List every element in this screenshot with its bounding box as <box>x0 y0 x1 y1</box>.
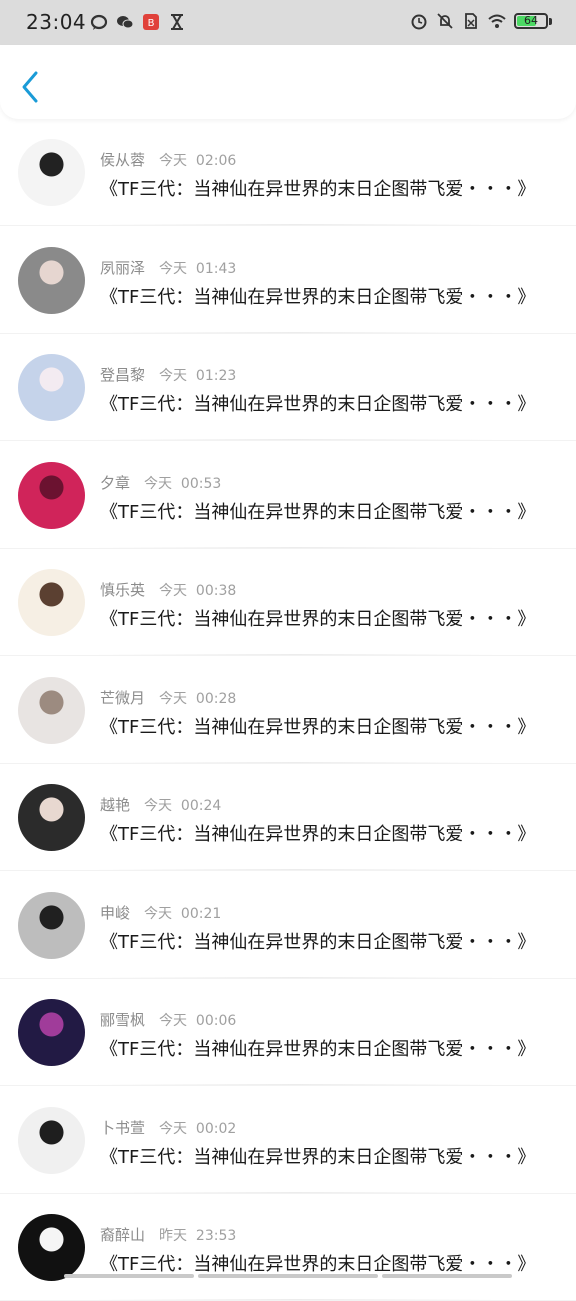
message-item[interactable]: 裔醉山 昨天 23:53 《TF三代：当神仙在异世界的末日企图带飞爱・・・》 <box>0 1194 576 1301</box>
avatar[interactable] <box>18 676 85 744</box>
avatar[interactable] <box>18 569 85 636</box>
hourglass-icon <box>171 14 183 30</box>
message-text: 《TF三代：当神仙在异世界的末日企图带飞爱・・・》 <box>100 1039 536 1060</box>
battery-level: 64 <box>524 14 538 27</box>
row-divider <box>95 761 496 763</box>
status-right-icons: 64 <box>410 12 552 30</box>
message-text: 《TF三代：当神仙在异世界的末日企图带飞爱・・・》 <box>100 716 536 738</box>
message-time: 今天 00:28 <box>159 690 237 707</box>
row-divider <box>95 976 496 978</box>
message-time: 今天 00:24 <box>144 798 222 814</box>
message-time: 昨天 23:53 <box>159 1228 237 1244</box>
sender-name: 卜书萱 <box>100 1118 146 1137</box>
avatar[interactable] <box>18 246 85 314</box>
wechat-icon <box>117 16 134 29</box>
avatar[interactable] <box>18 139 85 206</box>
sender-name: 芒微月 <box>100 688 146 707</box>
sender-name: 裔醉山 <box>100 1226 146 1244</box>
sender-name: 慎乐英 <box>100 581 146 599</box>
svg-text:B: B <box>148 18 155 29</box>
sender-line: 卜书萱 今天 00:02 <box>100 1117 236 1138</box>
sender-line: 申峻 今天 00:21 <box>100 902 221 923</box>
sender-name: 郦雪枫 <box>100 1011 146 1029</box>
sender-line: 慎乐英 今天 00:38 <box>100 579 236 600</box>
message-time: 今天 00:53 <box>144 475 222 492</box>
avatar[interactable] <box>18 461 85 529</box>
alarm-icon <box>411 14 427 30</box>
message-text: 《TF三代：当神仙在异世界的末日企图带飞爱・・・》 <box>100 931 536 953</box>
message-item[interactable]: 夙丽泽 今天 01:43 《TF三代：当神仙在异世界的末日企图带飞爱・・・》 <box>0 227 576 334</box>
message-text: 《TF三代：当神仙在异世界的末日企图带飞爱・・・》 <box>100 1146 536 1168</box>
sender-name: 越艳 <box>100 796 131 814</box>
scroll-indicator-3 <box>382 1274 512 1278</box>
message-text: 《TF三代：当神仙在异世界的末日企图带飞爱・・・》 <box>100 179 536 200</box>
avatar[interactable] <box>18 1106 85 1174</box>
message-time: 今天 00:02 <box>159 1120 237 1137</box>
row-divider <box>95 1299 496 1300</box>
message-time: 今天 00:21 <box>144 905 222 922</box>
message-item[interactable]: 卜书萱 今天 00:02 《TF三代：当神仙在异世界的末日企图带飞爱・・・》 <box>0 1087 576 1194</box>
sender-name: 夙丽泽 <box>100 258 146 277</box>
sender-line: 侯从蓉 今天 02:06 <box>100 149 236 170</box>
message-time: 今天 02:06 <box>159 153 237 169</box>
message-time: 今天 00:38 <box>159 583 237 599</box>
message-text: 《TF三代：当神仙在异世界的末日企图带飞爱・・・》 <box>100 1254 536 1275</box>
status-time: 23:04 <box>26 10 87 34</box>
message-text: 《TF三代：当神仙在异世界的末日企图带飞爱・・・》 <box>100 609 536 630</box>
status-left-icons: B <box>90 13 186 31</box>
message-item[interactable]: 侯从蓉 今天 02:06 《TF三代：当神仙在异世界的末日企图带飞爱・・・》 <box>0 119 576 226</box>
row-divider <box>95 1084 496 1085</box>
row-divider <box>95 331 496 333</box>
message-item[interactable]: 郦雪枫 今天 00:06 《TF三代：当神仙在异世界的末日企图带飞爱・・・》 <box>0 979 576 1086</box>
row-divider <box>95 869 496 870</box>
chevron-left-icon[interactable] <box>18 70 42 104</box>
message-text: 《TF三代：当神仙在异世界的末日企图带飞爱・・・》 <box>100 824 536 845</box>
message-time: 今天 01:23 <box>159 368 237 384</box>
sender-line: 芒微月 今天 00:28 <box>100 687 236 708</box>
sender-line: 夙丽泽 今天 01:43 <box>100 257 236 278</box>
message-text: 《TF三代：当神仙在异世界的末日企图带飞爱・・・》 <box>100 394 536 415</box>
chat-bubble-icon <box>90 14 108 30</box>
battery-icon: 64 <box>514 13 548 29</box>
wifi-icon <box>488 14 506 28</box>
sender-line: 裔醉山 昨天 23:53 <box>100 1224 236 1245</box>
app-badge-icon: B <box>143 14 159 30</box>
message-item[interactable]: 慎乐英 今天 00:38 《TF三代：当神仙在异世界的末日企图带飞爱・・・》 <box>0 549 576 656</box>
sender-name: 夕章 <box>100 473 131 492</box>
scroll-indicator-1 <box>64 1274 194 1278</box>
top-bar <box>0 45 576 119</box>
avatar[interactable] <box>18 354 85 421</box>
avatar[interactable] <box>18 1214 85 1281</box>
message-item[interactable]: 登昌黎 今天 01:23 《TF三代：当神仙在异世界的末日企图带飞爱・・・》 <box>0 334 576 441</box>
message-item[interactable]: 夕章 今天 00:53 《TF三代：当神仙在异世界的末日企图带飞爱・・・》 <box>0 442 576 549</box>
row-divider <box>95 224 496 225</box>
sender-line: 夕章 今天 00:53 <box>100 472 221 493</box>
row-divider <box>95 546 496 548</box>
sender-line: 郦雪枫 今天 00:06 <box>100 1009 236 1030</box>
avatar[interactable] <box>18 999 85 1066</box>
row-divider <box>95 1191 496 1193</box>
sender-line: 登昌黎 今天 01:23 <box>100 364 236 385</box>
scroll-indicator-2 <box>198 1274 378 1278</box>
message-time: 今天 00:06 <box>159 1013 237 1029</box>
status-bar: 23:04 B 64 <box>0 0 576 45</box>
message-item[interactable]: 申峻 今天 00:21 《TF三代：当神仙在异世界的末日企图带飞爱・・・》 <box>0 872 576 979</box>
sender-name: 申峻 <box>100 903 131 922</box>
row-divider <box>95 654 496 655</box>
avatar[interactable] <box>18 891 85 959</box>
message-text: 《TF三代：当神仙在异世界的末日企图带飞爱・・・》 <box>100 501 536 523</box>
sender-line: 越艳 今天 00:24 <box>100 794 221 815</box>
message-text: 《TF三代：当神仙在异世界的末日企图带飞爱・・・》 <box>100 286 536 308</box>
message-item[interactable]: 芒微月 今天 00:28 《TF三代：当神仙在异世界的末日企图带飞爱・・・》 <box>0 657 576 764</box>
mute-icon <box>437 13 453 29</box>
row-divider <box>95 439 496 440</box>
message-time: 今天 01:43 <box>159 260 237 277</box>
battery-indicator: 64 <box>514 13 552 29</box>
sender-name: 登昌黎 <box>100 366 146 384</box>
avatar[interactable] <box>18 784 85 851</box>
message-item[interactable]: 越艳 今天 00:24 《TF三代：当神仙在异世界的末日企图带飞爱・・・》 <box>0 764 576 871</box>
no-sim-icon <box>465 13 477 29</box>
sender-name: 侯从蓉 <box>100 151 146 169</box>
